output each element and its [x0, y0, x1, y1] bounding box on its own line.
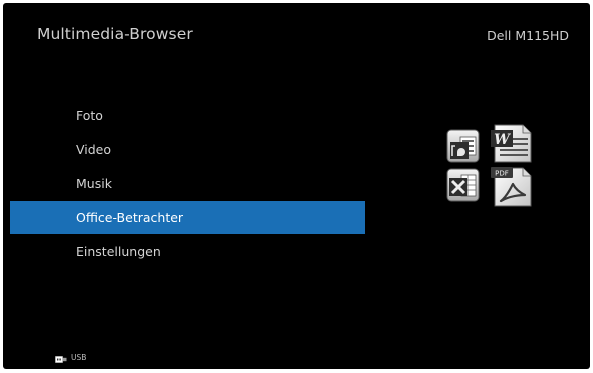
status-bar: USB — [55, 352, 87, 363]
word-document-icon: W — [491, 124, 532, 163]
source-label: USB — [71, 352, 87, 362]
menu-item-label: Foto — [76, 108, 103, 123]
device-name: Dell M115HD — [487, 28, 569, 43]
presentation-icon — [446, 129, 480, 163]
page-title: Multimedia-Browser — [37, 25, 193, 43]
pdf-badge-label: PDF — [495, 170, 509, 178]
projector-screen: Multimedia-Browser Dell M115HD Foto Vide… — [3, 3, 590, 369]
pdf-icon: PDF — [491, 167, 532, 207]
menu-item-einstellungen[interactable]: Einstellungen — [10, 235, 365, 268]
menu-item-video[interactable]: Video — [10, 133, 365, 166]
excel-spreadsheet-icon — [446, 168, 480, 202]
svg-text:W: W — [494, 132, 511, 148]
office-icons-preview: W PDF — [443, 122, 535, 208]
main-menu: Foto Video Musik Office-Betrachter Einst… — [10, 99, 365, 269]
usb-icon — [55, 348, 67, 367]
menu-item-label: Musik — [76, 176, 112, 191]
menu-item-label: Office-Betrachter — [76, 210, 184, 225]
menu-item-office-betrachter[interactable]: Office-Betrachter — [10, 201, 365, 234]
menu-item-label: Einstellungen — [76, 244, 161, 259]
menu-item-musik[interactable]: Musik — [10, 167, 365, 200]
menu-item-foto[interactable]: Foto — [10, 99, 365, 132]
menu-item-label: Video — [76, 142, 112, 157]
